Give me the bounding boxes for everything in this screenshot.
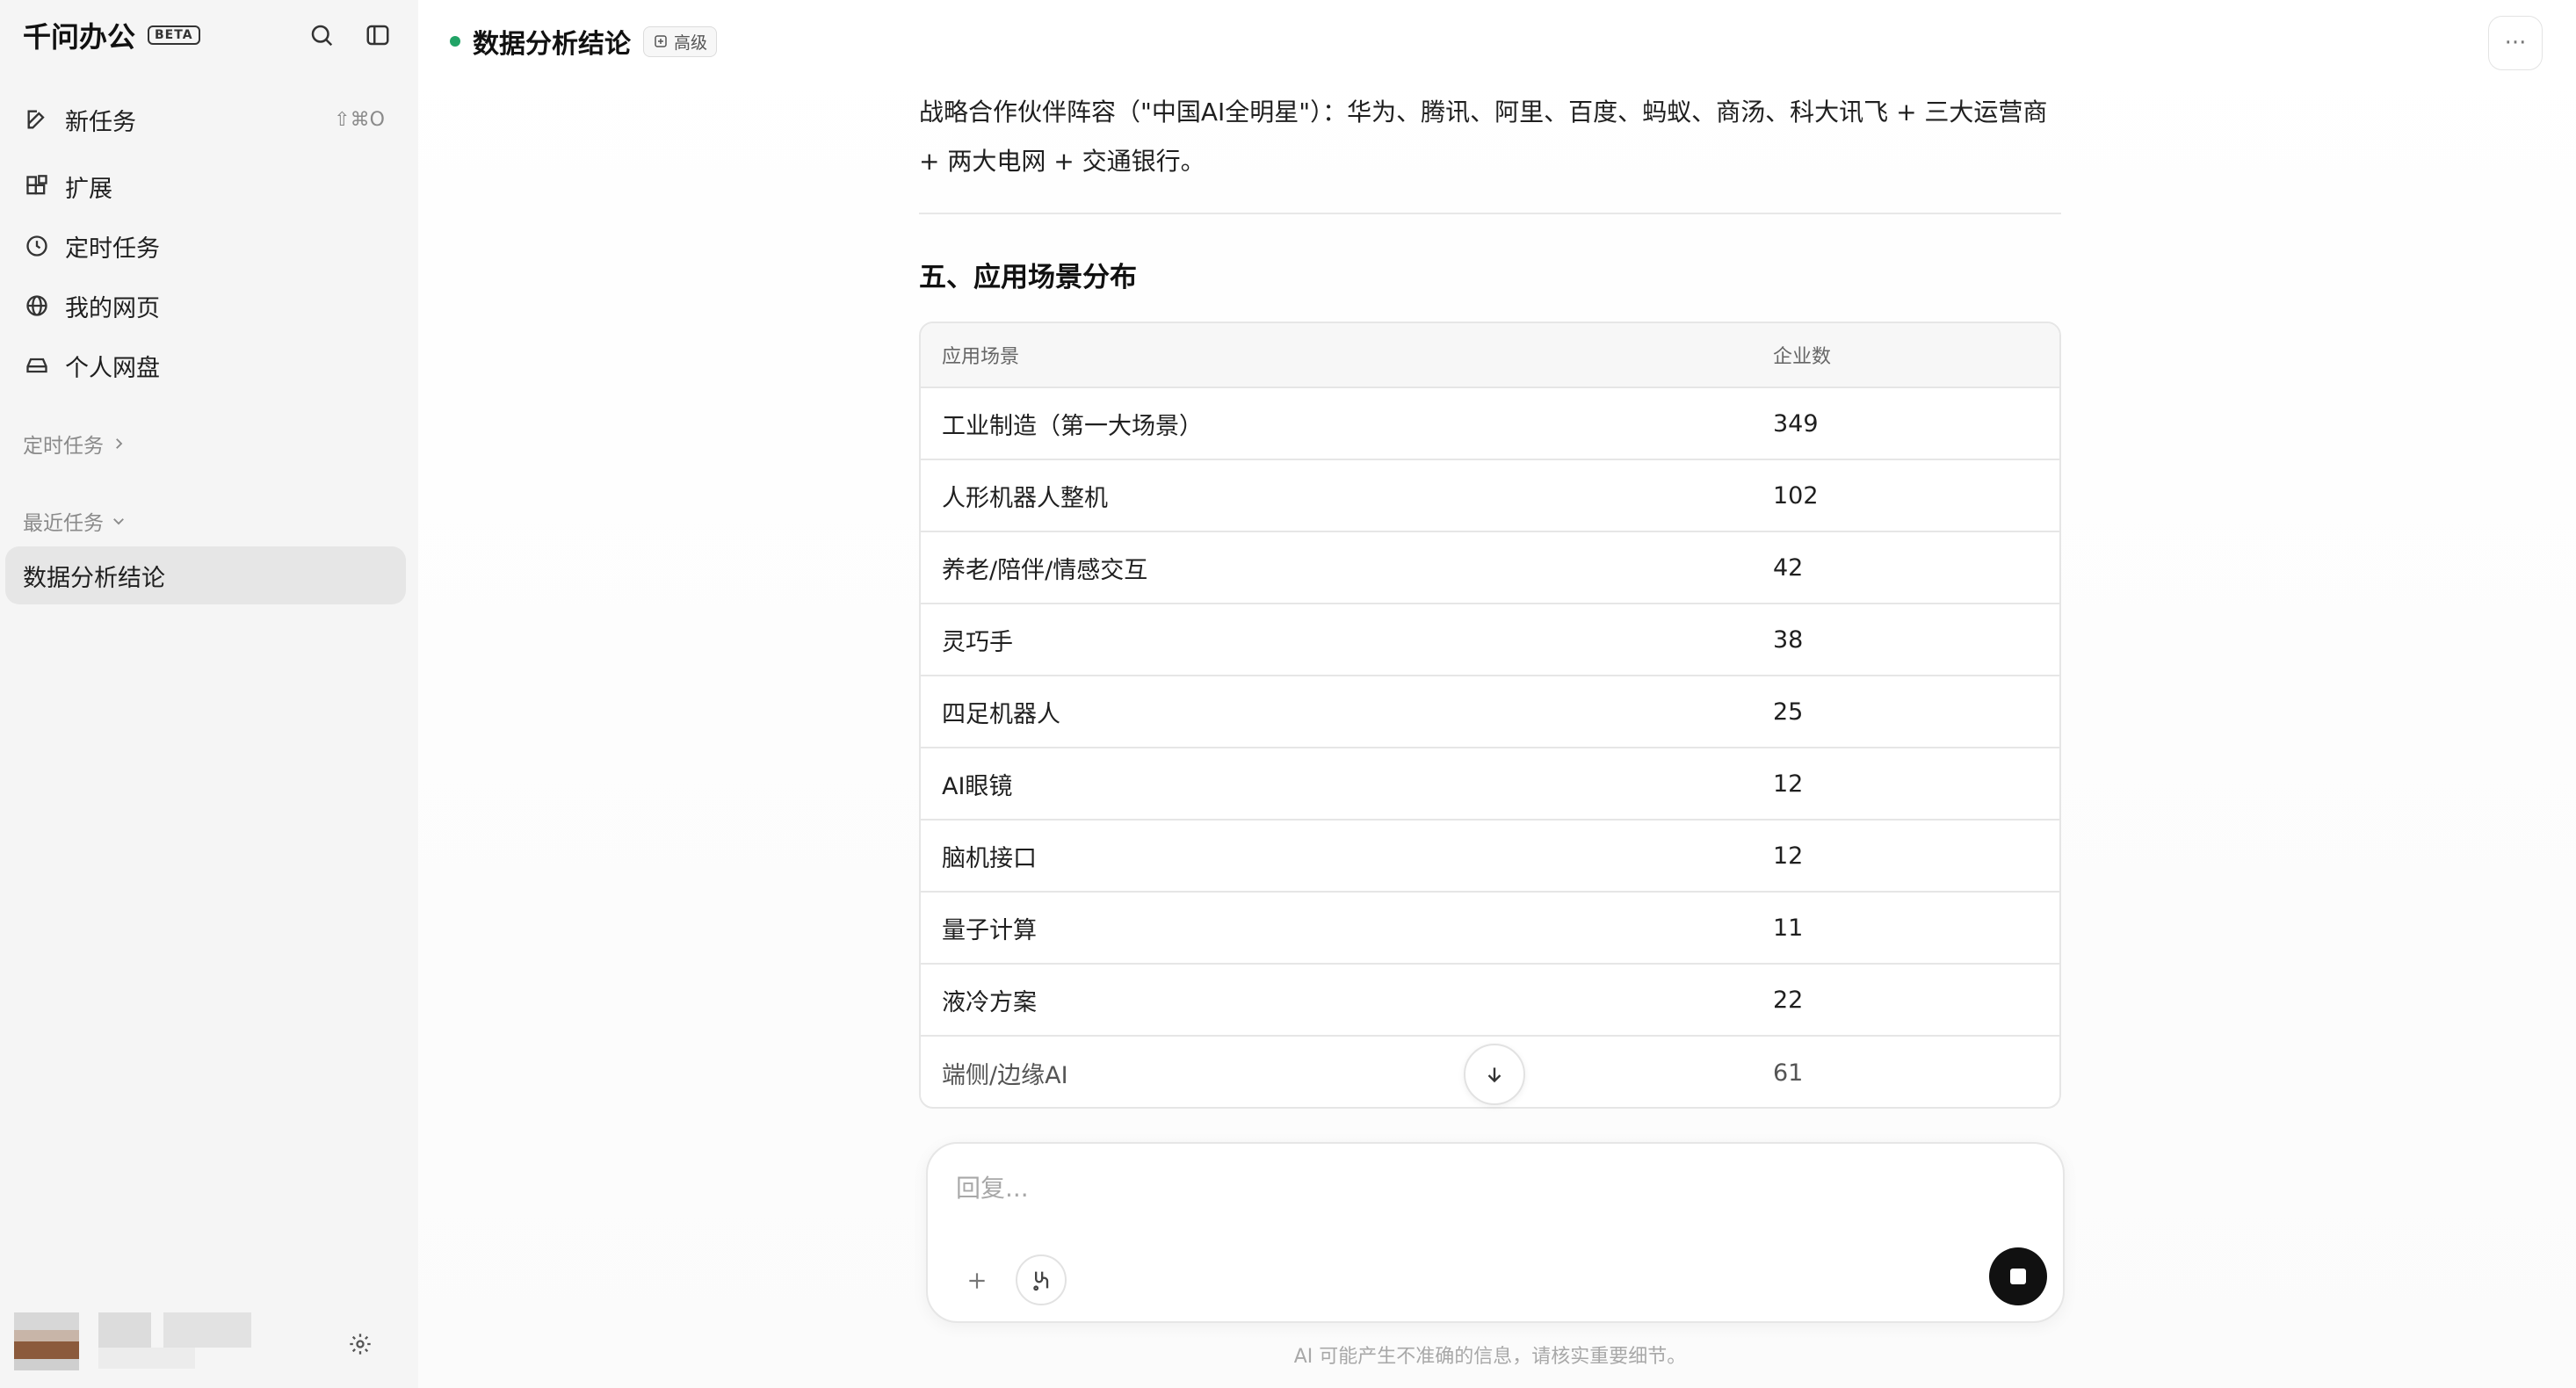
table-cell: 工业制造（第一大场景） [942, 412, 1203, 440]
table-cell: 22 [1773, 986, 1804, 1014]
extension-icon [23, 172, 51, 200]
scheduled-section-header[interactable]: 定时任务 [23, 429, 127, 459]
table-cell: 12 [1773, 842, 1804, 870]
ai-disclaimer: AI 可能产生不准确的信息，请核实重要细节。 [1293, 1346, 1687, 1368]
status-dot [450, 36, 460, 47]
sidebar-item-my-pages[interactable]: 我的网页 [18, 281, 395, 330]
model-badge: 高级 [643, 25, 718, 57]
reply-composer [926, 1142, 2065, 1323]
recent-section-header[interactable]: 最近任务 [23, 506, 127, 536]
more-horizontal-icon: ··· [2504, 30, 2527, 56]
table-row: 养老/陪伴/情感交互 42 [921, 532, 2059, 604]
scroll-to-bottom-button[interactable] [1464, 1044, 1525, 1105]
brand: 千问办公 BETA [23, 16, 200, 54]
table-cell: 61 [1773, 1059, 1804, 1087]
stop-icon [2010, 1269, 2026, 1284]
avatar [14, 1312, 79, 1370]
chevron-right-icon [116, 438, 123, 449]
plus-icon [969, 1273, 985, 1289]
sidebar: 千问办公 BETA 新任务 ⇧⌘O 扩展 定时任务 我的网页 个人网盘 定时任务… [0, 0, 418, 1388]
table-cell: 38 [1773, 625, 1804, 654]
clock-icon [23, 232, 51, 260]
user-profile[interactable] [14, 1309, 251, 1372]
chevron-down-icon [113, 518, 124, 525]
table-row: 工业制造（第一大场景） 349 [921, 388, 2059, 460]
table-cell: 端侧/边缘AI [942, 1061, 1068, 1089]
sidebar-item-label: 新任务 [65, 108, 136, 136]
arrow-down-icon [1487, 1067, 1501, 1083]
sidebar-item-label: 定时任务 [65, 235, 160, 263]
search-icon[interactable] [304, 18, 339, 53]
tools-button[interactable] [1016, 1254, 1067, 1305]
recent-task-item[interactable]: 数据分析结论 [5, 546, 406, 604]
drive-icon [23, 351, 51, 380]
table-row: 液冷方案 22 [921, 965, 2059, 1037]
table-row: 灵巧手 38 [921, 604, 2059, 676]
table-cell: AI眼镜 [942, 772, 1013, 800]
edit-icon [23, 105, 51, 134]
table-row: 脑机接口 12 [921, 821, 2059, 893]
table-cell: 25 [1773, 698, 1804, 726]
table-row: AI眼镜 12 [921, 748, 2059, 821]
table-cell: 12 [1773, 770, 1804, 798]
table-cell: 42 [1773, 553, 1804, 582]
message-paragraph: 战略合作伙伴阵容（"中国AI全明星"）：华为、腾讯、阿里、百度、蚂蚁、商汤、科大… [919, 98, 2048, 176]
conversation-header: 数据分析结论 高级 [450, 19, 718, 63]
settings-gear-icon[interactable] [343, 1327, 378, 1362]
reply-input[interactable] [954, 1165, 2012, 1211]
column-header: 企业数 [1773, 346, 1832, 368]
page-title: 数据分析结论 [473, 29, 631, 60]
table-cell: 11 [1773, 914, 1804, 942]
tools-icon [1033, 1271, 1049, 1291]
table-row: 四足机器人 25 [921, 676, 2059, 748]
table-row: 人形机器人整机 102 [921, 460, 2059, 532]
recent-task-label: 数据分析结论 [23, 564, 165, 592]
sidebar-item-label: 我的网页 [65, 294, 160, 322]
table-cell: 养老/陪伴/情感交互 [942, 556, 1148, 584]
beta-badge: BETA [148, 25, 200, 45]
table-cell: 灵巧手 [942, 628, 1013, 656]
badge-label: 高级 [674, 33, 708, 53]
sidebar-item-scheduled[interactable]: 定时任务 [18, 221, 395, 271]
section-label: 定时任务 [23, 435, 104, 458]
table-cell: 人形机器人整机 [942, 484, 1108, 512]
table-cell: 量子计算 [942, 916, 1037, 944]
add-attachment-button[interactable] [959, 1263, 995, 1298]
sidebar-item-label: 个人网盘 [65, 354, 160, 382]
more-options-button[interactable]: ··· [2488, 16, 2543, 70]
table-cell: 四足机器人 [942, 700, 1060, 728]
data-table: 应用场景 企业数 工业制造（第一大场景） 349 人形机器人整机 102 养老/陪伴… [919, 322, 2061, 1109]
username-redacted [98, 1312, 151, 1348]
table-cell: 液冷方案 [942, 988, 1037, 1016]
globe-icon [23, 292, 51, 320]
sidebar-item-label: 扩展 [65, 175, 112, 203]
shortcut-hint: ⇧⌘O [334, 108, 385, 131]
table-header: 应用场景 企业数 [921, 323, 2059, 388]
sidebar-toggle-icon[interactable] [360, 18, 395, 53]
sidebar-item-drive[interactable]: 个人网盘 [18, 341, 395, 390]
sidebar-item-new-task[interactable]: 新任务 ⇧⌘O [18, 95, 395, 144]
table-row: 量子计算 11 [921, 893, 2059, 965]
sidebar-item-extensions[interactable]: 扩展 [18, 162, 395, 211]
table-cell: 脑机接口 [942, 844, 1037, 872]
brand-title: 千问办公 [23, 20, 136, 54]
table-cell: 102 [1773, 481, 1819, 510]
stop-generation-button[interactable] [1989, 1247, 2047, 1305]
divider [919, 213, 2061, 214]
section-label: 最近任务 [23, 512, 104, 535]
table-cell: 349 [1773, 409, 1819, 437]
sparkle-icon [655, 35, 667, 47]
username-redacted [98, 1348, 195, 1369]
column-header: 应用场景 [942, 346, 1020, 368]
main-panel: 数据分析结论 高级 ··· 战略合作伙伴阵容（"中国AI全明星"）：华为、腾讯、… [418, 0, 2576, 1388]
username-redacted [163, 1312, 251, 1348]
section-title: 五、应用场景分布 [919, 262, 1137, 293]
